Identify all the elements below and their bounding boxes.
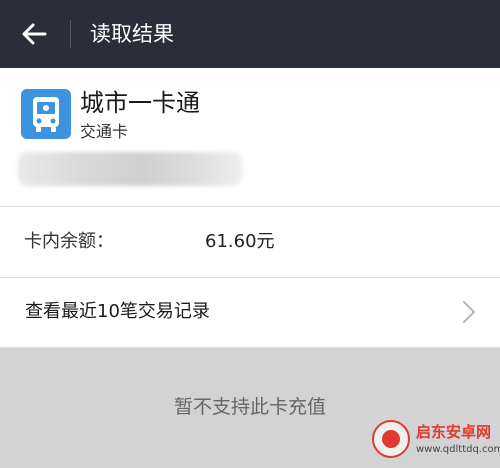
card-type: 交通卡 [80, 122, 129, 141]
balance-label: 卡内余额： [24, 231, 114, 252]
top-bar: 读取结果 [0, 0, 500, 68]
card-number-redacted [18, 152, 243, 186]
transaction-history-label: 查看最近10笔交易记录 [25, 301, 210, 322]
watermark-logo-icon [372, 420, 410, 458]
arrow-left-icon [22, 23, 47, 45]
transaction-history-row[interactable]: 查看最近10笔交易记录 [0, 278, 500, 348]
back-button[interactable] [14, 16, 54, 52]
balance-value: 61.60元 [205, 231, 275, 252]
card-info-section [0, 68, 500, 207]
balance-row: 卡内余额： 61.60元 [0, 207, 500, 278]
card-name: 城市一卡通 [80, 89, 200, 117]
chevron-right-icon [463, 301, 475, 323]
watermark: 启东安卓网 www.qdlttdq.com [350, 412, 500, 468]
watermark-url: www.qdlttdq.com [416, 444, 500, 455]
header-divider [70, 20, 71, 48]
watermark-title: 启东安卓网 [416, 423, 492, 441]
page-title: 读取结果 [90, 22, 174, 46]
bus-icon [21, 89, 71, 139]
